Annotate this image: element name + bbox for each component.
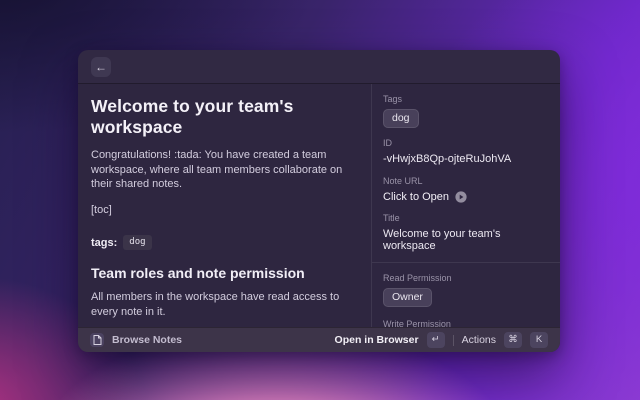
browse-notes-label: Browse Notes bbox=[112, 334, 182, 346]
tags-section-label: Tags bbox=[383, 94, 550, 105]
title-value: Welcome to your team's workspace bbox=[383, 228, 550, 252]
note-url-label: Note URL bbox=[383, 176, 550, 187]
tag-chip: dog bbox=[383, 109, 419, 128]
footer-bar: Browse Notes Open in Browser ↵ Actions ⌘… bbox=[78, 327, 560, 352]
note-toc: [toc] bbox=[91, 203, 355, 218]
section-heading: Team roles and note permission bbox=[91, 265, 355, 281]
note-document-icon bbox=[90, 333, 104, 347]
note-preview: Welcome to your team's workspace Congrat… bbox=[78, 84, 371, 327]
note-paragraph: Congratulations! :tada: You have created… bbox=[91, 148, 355, 192]
note-paragraph: All members in the workspace have read a… bbox=[91, 290, 355, 319]
back-button[interactable]: ← bbox=[91, 57, 111, 77]
note-title: Welcome to your team's workspace bbox=[91, 96, 355, 138]
tags-label: tags: bbox=[91, 237, 117, 249]
title-label: Title bbox=[383, 213, 550, 224]
back-arrow-icon: ← bbox=[95, 61, 107, 73]
write-permission-label: Write Permission bbox=[383, 319, 550, 327]
note-tags-row: tags: dog bbox=[91, 235, 355, 250]
tag-code-chip: dog bbox=[123, 235, 151, 250]
main-area: Welcome to your team's workspace Congrat… bbox=[78, 84, 560, 327]
id-value: -vHwjxB8Qp-ojteRuJohVA bbox=[383, 153, 550, 165]
k-key-badge: K bbox=[530, 332, 548, 348]
app-window: ← Welcome to your team's workspace Congr… bbox=[78, 50, 560, 352]
footer-actions: Open in Browser ↵ Actions ⌘ K bbox=[335, 332, 548, 348]
read-permission-label: Read Permission bbox=[383, 273, 550, 284]
open-circle-arrow-icon bbox=[455, 191, 467, 203]
browse-notes-button[interactable]: Browse Notes bbox=[90, 333, 182, 347]
click-to-open-label: Click to Open bbox=[383, 191, 449, 203]
enter-key-badge: ↵ bbox=[427, 332, 445, 348]
window-header: ← bbox=[78, 50, 560, 84]
id-label: ID bbox=[383, 138, 550, 149]
read-permission-chip: Owner bbox=[383, 288, 432, 307]
open-in-browser-button[interactable]: Open in Browser bbox=[335, 334, 419, 346]
cmd-key-badge: ⌘ bbox=[504, 332, 522, 348]
sidebar-section-divider bbox=[372, 262, 560, 263]
metadata-sidebar: Tags dog ID -vHwjxB8Qp-ojteRuJohVA Note … bbox=[372, 84, 560, 327]
actions-button[interactable]: Actions bbox=[462, 334, 496, 346]
footer-separator bbox=[453, 335, 454, 346]
click-to-open-link[interactable]: Click to Open bbox=[383, 191, 550, 203]
